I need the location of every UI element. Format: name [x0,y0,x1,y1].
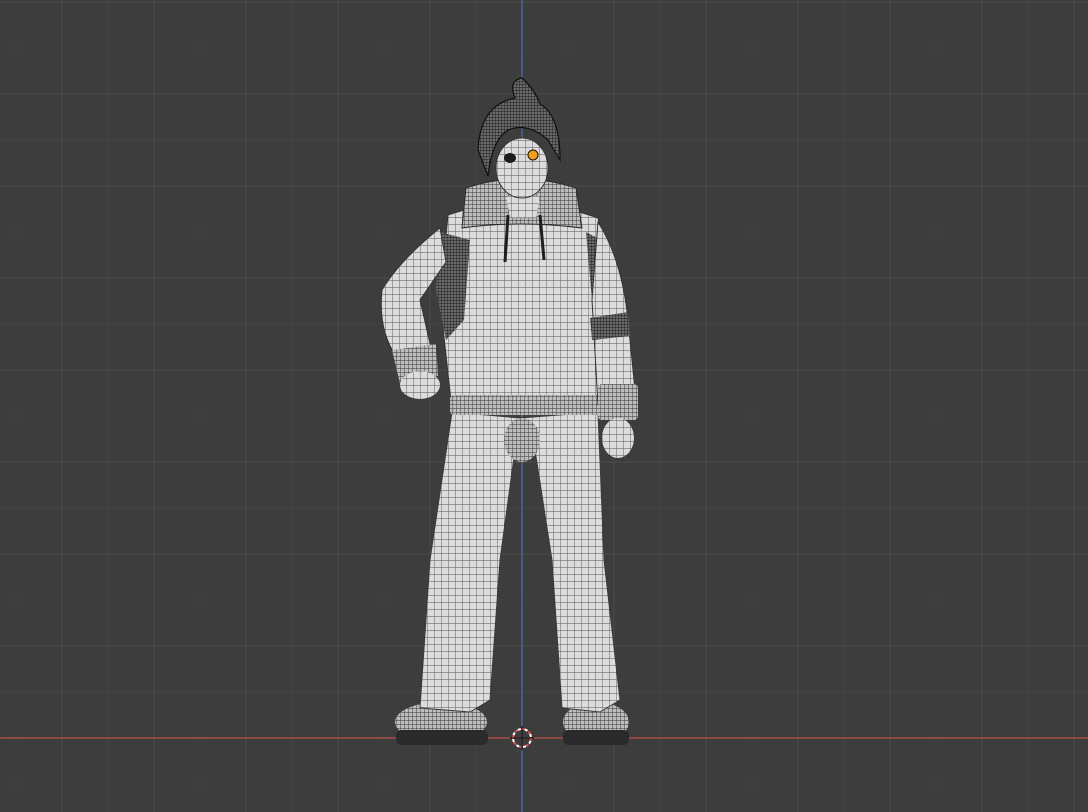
left-hand [400,371,440,399]
hoodie-waistband [450,395,602,415]
left-pant-leg [419,411,521,713]
head-face [495,137,549,199]
light-point-icon[interactable] [527,149,539,161]
right-cuff [598,384,638,420]
left-eye [504,153,516,163]
left-arm-sleeve [380,227,447,357]
character-mesh[interactable] [380,77,638,745]
right-pant-leg [519,411,621,713]
3d-viewport[interactable] [0,0,1088,812]
crotch-mesh [504,418,540,462]
right-hand [602,418,634,458]
hoodie-chest-panel [466,243,582,367]
neck [506,196,540,218]
origin-icon[interactable] [510,726,534,750]
